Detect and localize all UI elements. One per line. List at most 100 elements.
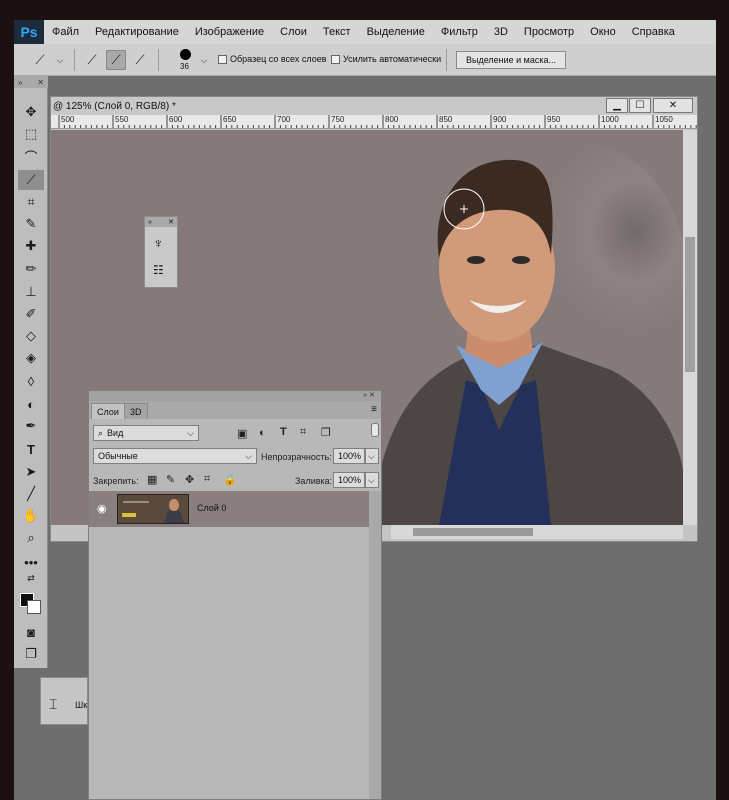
blend-mode-select[interactable]: Обычные ⌵ [93,448,257,464]
brush-icon[interactable]: ✏ [18,259,44,279]
filter-toggle[interactable] [371,423,379,437]
panel-header[interactable]: » ✕ [89,391,381,401]
menu-window[interactable]: Окно [582,20,624,44]
chevron-down-icon[interactable]: ⌵ [194,50,214,70]
menu-help[interactable]: Справка [624,20,683,44]
layers-tabs: Слои 3D ≡ [89,401,381,419]
divider [74,49,75,71]
lock-artboard-icon[interactable]: ⌗ [204,473,210,486]
collapse-icon[interactable]: » [148,219,152,226]
tab-3d[interactable]: 3D [124,403,148,419]
background-color-swatch[interactable] [27,600,41,614]
opacity-dropdown[interactable]: ⌵ [365,448,379,464]
brush-settings-icon[interactable]: ☷ [153,263,164,277]
lock-all-icon[interactable]: 🔒 [223,473,237,486]
filter-type-icon[interactable]: T [280,426,287,438]
brush-presets-icon[interactable]: ♆ [153,235,164,251]
history-brush-icon[interactable]: ✐ [18,304,44,324]
tab-layers[interactable]: Слои [91,403,125,419]
eyedropper-icon[interactable]: ✎ [18,214,44,234]
more-tools-icon[interactable]: ••• [18,552,44,572]
filter-pixel-icon[interactable]: ▣ [237,427,247,440]
panel-menu-icon[interactable]: ≡ [371,404,377,415]
menu-bar: Ps Файл Редактирование Изображение Слои … [14,20,716,44]
move-icon[interactable]: ✥ [18,102,44,122]
brush-size-value: 36 [180,62,189,71]
brush-preview-icon[interactable] [180,49,191,60]
top-border [0,0,729,20]
vertical-scroll-thumb[interactable] [685,237,695,372]
lock-transparent-icon[interactable]: ▦ [147,473,157,486]
sample-all-checkbox[interactable] [218,55,227,64]
quick-mask-icon[interactable]: ◙ [18,622,44,642]
new-selection-icon[interactable]: ⟋ [82,50,102,70]
type-icon[interactable]: T [18,439,44,459]
select-and-mask-button[interactable]: Выделение и маска... [456,51,566,69]
zoom-icon[interactable]: ⌕ [18,528,44,548]
ruler-label: 750 [331,115,345,124]
menu-type[interactable]: Текст [315,20,359,44]
close-icon[interactable]: ✕ [168,218,174,226]
layer-name[interactable]: Слой 0 [197,503,226,513]
filter-smart-object-icon[interactable]: ❐ [321,426,331,439]
fill-dropdown[interactable]: ⌵ [365,472,379,488]
opacity-input[interactable]: 100% [333,448,365,464]
healing-icon[interactable]: ✚ [18,236,44,256]
paint-bucket-icon[interactable]: ◈ [18,348,44,368]
menu-filter[interactable]: Фильтр [433,20,486,44]
menu-view[interactable]: Просмотр [516,20,582,44]
menu-file[interactable]: Файл [44,20,87,44]
minimize-button[interactable]: ▁ [606,98,628,113]
collapsed-panel[interactable]: ⌶ Шк [40,677,88,725]
stamp-icon[interactable]: ⊥ [18,282,44,302]
right-border [716,0,729,800]
close-button[interactable]: ✕ [653,98,693,113]
lock-label: Закрепить: [93,476,139,486]
hand-icon[interactable]: ✋ [18,506,44,526]
ruler-label: 600 [169,115,183,124]
chevron-down-icon[interactable]: ⌵ [50,50,70,70]
document-title-bar[interactable]: @ 125% (Слой 0, RGB/8) * [51,97,697,115]
filter-shape-icon[interactable]: ⌗ [300,426,306,439]
toolbar: » ✕ ✥ ⬚ ⌒ ⟋ ⌗ ✎ ✚ ✏ ⊥ ✐ ◇ ◈ ◊ ◐ ✒ T ➤ ╱ ✋… [14,76,48,668]
horizontal-scroll-thumb[interactable] [413,528,533,536]
lock-brush-icon[interactable]: ✎ [166,473,175,486]
pen-icon[interactable]: ✒ [18,416,44,436]
menu-layer[interactable]: Слои [272,20,315,44]
path-selection-icon[interactable]: ➤ [18,462,44,482]
layer-filter-select[interactable]: ⌕ Вид ⌵ [93,425,199,441]
layers-scrollbar[interactable] [369,491,381,799]
layer-filter-value: Вид [107,428,124,438]
menu-3d[interactable]: 3D [486,20,516,44]
menu-select[interactable]: Выделение [359,20,433,44]
dodge-icon[interactable]: ◐ [18,394,44,414]
eraser-icon[interactable]: ◇ [18,326,44,346]
collapse-icon[interactable]: » [18,78,22,87]
ruler-tool-icon[interactable]: ⌶ [49,696,57,713]
close-icon[interactable]: ✕ [37,78,44,87]
swap-colors-icon[interactable]: ⇄ [18,572,44,584]
subtract-selection-icon[interactable]: ⟋ [130,50,150,70]
menu-edit[interactable]: Редактирование [87,20,187,44]
ruler-label: 500 [61,115,75,124]
crop-icon[interactable]: ⌗ [18,192,44,212]
marquee-icon[interactable]: ⬚ [18,124,44,144]
blur-icon[interactable]: ◊ [18,371,44,391]
auto-enhance-checkbox[interactable] [331,55,340,64]
line-icon[interactable]: ╱ [18,484,44,504]
lock-position-icon[interactable]: ✥ [185,473,194,486]
filter-adjustment-icon[interactable]: ◐ [259,427,266,439]
toolbar-header[interactable]: » ✕ [14,76,48,88]
maximize-button[interactable]: ☐ [629,98,651,113]
tool-preset-icon[interactable]: ⟋ [30,50,50,70]
collapsed-panel-label: Шк [75,700,88,710]
screen-mode-icon[interactable]: ❐ [18,644,44,664]
fill-input[interactable]: 100% [333,472,365,488]
floating-panel-header[interactable]: » ✕ [145,217,177,227]
add-selection-icon[interactable]: ⟋ [106,50,126,70]
auto-enhance-label: Усилить автоматически [343,54,442,64]
menu-image[interactable]: Изображение [187,20,272,44]
quick-selection-icon[interactable]: ⟋ [18,170,44,190]
lasso-icon[interactable]: ⌒ [18,146,44,166]
visibility-eye-icon[interactable]: ◉ [97,502,107,515]
